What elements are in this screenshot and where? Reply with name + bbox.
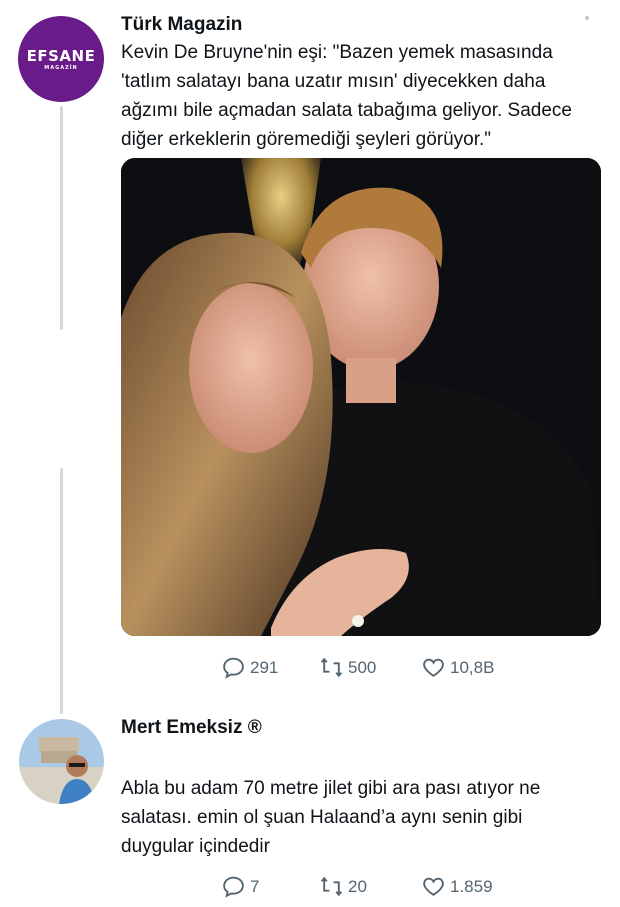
more-icon[interactable] bbox=[585, 16, 589, 20]
tweet-photo-image bbox=[121, 158, 601, 636]
retweet-icon bbox=[320, 876, 343, 897]
like-count: 10,8B bbox=[450, 657, 495, 677]
retweet-icon bbox=[320, 657, 343, 678]
reply-text: Abla bu adam 70 metre jilet gibi ara pas… bbox=[121, 774, 540, 861]
reply-retweet-count: 20 bbox=[348, 876, 367, 896]
tweet-text-line: diğer erkeklerin göremediği şeyleri görü… bbox=[121, 129, 492, 150]
tweet-author-name[interactable]: Türk Magazin bbox=[121, 14, 242, 36]
retweet-button[interactable]: 500 bbox=[319, 655, 376, 680]
like-icon bbox=[423, 658, 444, 677]
reply-text-line: Abla bu adam 70 metre jilet gibi ara pas… bbox=[121, 778, 541, 799]
reply-reply-button[interactable]: 7 bbox=[221, 874, 259, 899]
avatar-mert-emeksiz[interactable] bbox=[19, 719, 104, 804]
reply-icon bbox=[223, 876, 244, 898]
reply-reply-count: 7 bbox=[250, 876, 260, 896]
tweet-text-line: Kevin De Bruyne'nin eşi: "Bazen yemek ma… bbox=[121, 42, 553, 63]
avatar-logo-text: EFSANE bbox=[26, 46, 96, 65]
reply-author-name[interactable]: Mert Emeksiz ® bbox=[121, 717, 262, 739]
reply-retweet-button[interactable]: 20 bbox=[319, 874, 367, 899]
tweet-text-line: ağzımı bile açmadan salata tabağıma geli… bbox=[121, 100, 572, 121]
retweet-count: 500 bbox=[348, 657, 377, 677]
like-button[interactable]: 10,8B bbox=[421, 655, 494, 680]
tweet-text: Kevin De Bruyne'nin eşi: "Bazen yemek ma… bbox=[121, 38, 572, 154]
avatar-turk-magazin[interactable]: EFSANE MAGAZİN bbox=[18, 16, 104, 102]
reply-like-button[interactable]: 1.859 bbox=[421, 874, 493, 899]
thread-line-top bbox=[60, 106, 63, 330]
reply-text-line: duygular içindedir bbox=[121, 836, 270, 857]
reply-text-line: salatası. emin ol şuan Halaand’a aynı se… bbox=[121, 807, 523, 828]
reply-count: 291 bbox=[250, 657, 279, 677]
avatar-logo-subtext: MAGAZİN bbox=[44, 64, 78, 71]
reply-actions: 7 20 1.859 bbox=[221, 874, 521, 900]
avatar-photo bbox=[19, 719, 104, 804]
reply-like-count: 1.859 bbox=[450, 876, 493, 896]
tweet-actions: 291 500 10,8B bbox=[221, 655, 521, 681]
reply-icon bbox=[223, 657, 244, 679]
reply-button[interactable]: 291 bbox=[221, 655, 278, 680]
tweet-photo[interactable] bbox=[121, 158, 601, 636]
thread-line-bottom bbox=[60, 468, 63, 714]
like-icon bbox=[423, 877, 444, 896]
tweet-text-line: 'tatlım salatayı bana uzatır mısın' diye… bbox=[121, 71, 546, 92]
